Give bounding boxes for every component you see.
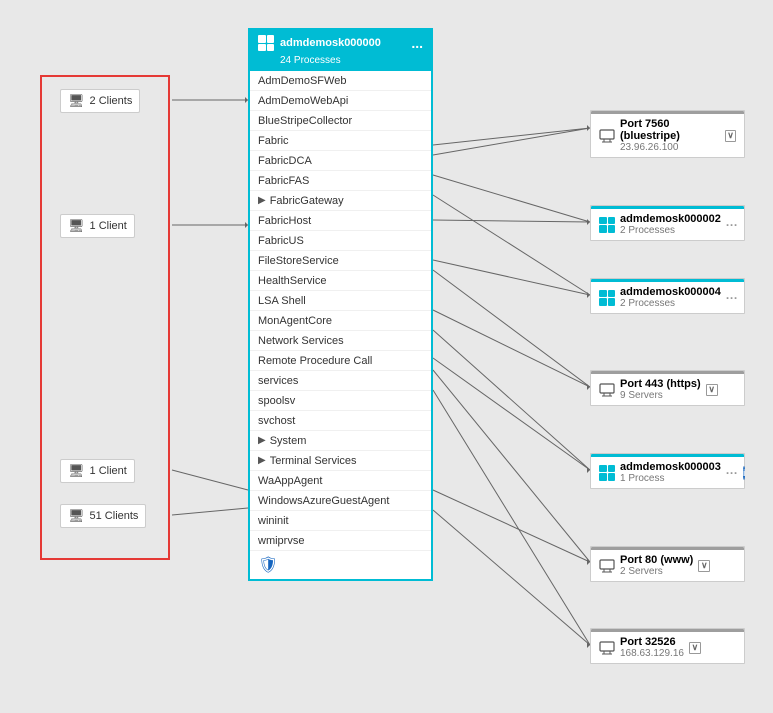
list-item[interactable]: wininit [250, 511, 431, 531]
node-header: Port 443 (https) 9 Servers ∨ [591, 374, 744, 405]
list-item[interactable]: ▶System [250, 431, 431, 451]
clients-panel [40, 75, 170, 560]
list-item[interactable]: services [250, 371, 431, 391]
node-subtitle: 2 Processes [620, 225, 721, 236]
list-item[interactable]: HealthService [250, 271, 431, 291]
expand-icon[interactable]: ∨ [698, 560, 710, 572]
monitor-icon: 🖥 [68, 508, 85, 524]
node-subtitle: 2 Processes [620, 298, 721, 309]
monitor-icon [599, 641, 615, 655]
node-subtitle: 23.96.26.100 [620, 142, 720, 153]
monitor-icon: 🖥 [68, 93, 85, 109]
list-item[interactable]: AdmDemoSFWeb [250, 71, 431, 91]
monitor-icon [599, 383, 615, 397]
process-panel-footer: 🛡 [250, 551, 431, 579]
admdemosf000003-node[interactable]: admdemosk000003 1 Process ··· i [590, 453, 745, 489]
list-item[interactable]: svchost [250, 411, 431, 431]
list-item[interactable]: spoolsv [250, 391, 431, 411]
windows-logo-icon [258, 35, 274, 51]
port-443-node[interactable]: Port 443 (https) 9 Servers ∨ [590, 370, 745, 406]
expand-icon[interactable]: ∨ [689, 642, 701, 654]
list-item[interactable]: BlueStripeCollector [250, 111, 431, 131]
list-item[interactable]: FabricHost [250, 211, 431, 231]
list-item[interactable]: ▶Terminal Services [250, 451, 431, 471]
list-item[interactable]: FabricFAS [250, 171, 431, 191]
node-title: Port 443 (https) [620, 378, 701, 390]
list-item[interactable]: FabricUS [250, 231, 431, 251]
client-node-51[interactable]: 🖥 51 Clients [60, 504, 146, 528]
expand-icon[interactable]: ∨ [706, 384, 718, 396]
port-32526-node[interactable]: Port 32526 168.63.129.16 ∨ [590, 628, 745, 664]
process-panel-title: admdemosk000000 [280, 37, 381, 49]
list-item[interactable]: AdmDemoWebApi [250, 91, 431, 111]
admdemosf000004-node[interactable]: admdemosk000004 2 Processes ··· [590, 278, 745, 314]
node-header: Port 32526 168.63.129.16 ∨ [591, 632, 744, 663]
monitor-icon [599, 129, 615, 143]
shield-icon: 🛡 [258, 555, 278, 575]
node-title: Port 7560 (bluestripe) [620, 118, 720, 142]
node-subtitle: 9 Servers [620, 390, 701, 401]
port-7560-node[interactable]: Port 7560 (bluestripe) 23.96.26.100 ∨ [590, 110, 745, 158]
node-header: Port 80 (www) 2 Servers ∨ [591, 550, 744, 581]
process-list: AdmDemoSFWeb AdmDemoWebApi BlueStripeCol… [250, 71, 431, 551]
list-item[interactable]: MonAgentCore [250, 311, 431, 331]
client-node-2[interactable]: 🖥 2 Clients [60, 89, 140, 113]
monitor-icon [599, 559, 615, 573]
more-options-icon[interactable]: ··· [726, 466, 738, 480]
list-item[interactable]: LSA Shell [250, 291, 431, 311]
client-node-1a[interactable]: 🖥 1 Client [60, 214, 135, 238]
list-item[interactable]: FileStoreService [250, 251, 431, 271]
node-header: admdemosk000002 2 Processes ··· [591, 209, 744, 240]
node-header: admdemosk000004 2 Processes ··· [591, 282, 744, 313]
arrow-icon: ▶ [258, 455, 266, 466]
arrow-icon: ▶ [258, 195, 266, 206]
monitor-icon: 🖥 [68, 218, 85, 234]
node-subtitle: 1 Process [620, 473, 721, 484]
expand-icon[interactable]: ∨ [725, 130, 736, 142]
node-title: Port 80 (www) [620, 554, 693, 566]
process-panel: admdemosk000000 ... 24 Processes AdmDemo… [248, 28, 433, 581]
node-header: admdemosk000003 1 Process ··· i [591, 457, 744, 488]
diagram-container: 🖥 2 Clients 🖥 1 Client 🖥 1 Client 🖥 51 C… [0, 0, 773, 713]
client-label: 2 Clients [90, 95, 133, 107]
client-label: 1 Client [90, 465, 127, 477]
list-item[interactable]: ▶FabricGateway [250, 191, 431, 211]
list-item[interactable]: Fabric [250, 131, 431, 151]
windows-icon [599, 217, 615, 233]
client-label: 51 Clients [90, 510, 139, 522]
list-item[interactable]: WindowsAzureGuestAgent [250, 491, 431, 511]
node-title: admdemosk000004 [620, 286, 721, 298]
node-header: Port 7560 (bluestripe) 23.96.26.100 ∨ [591, 114, 744, 157]
process-panel-header: admdemosk000000 ... [250, 31, 431, 55]
client-node-1b[interactable]: 🖥 1 Client [60, 459, 135, 483]
port-80-node[interactable]: Port 80 (www) 2 Servers ∨ [590, 546, 745, 582]
list-item[interactable]: wmiprvse [250, 531, 431, 551]
node-title: admdemosk000002 [620, 213, 721, 225]
node-subtitle: 2 Servers [620, 566, 693, 577]
list-item[interactable]: FabricDCA [250, 151, 431, 171]
node-title: admdemosk000003 [620, 461, 721, 473]
list-item[interactable]: WaAppAgent [250, 471, 431, 491]
process-count: 24 Processes [250, 55, 431, 71]
more-options-icon[interactable]: ··· [726, 291, 738, 305]
info-badge: i [743, 466, 746, 480]
windows-icon [599, 290, 615, 306]
more-options-icon[interactable]: ··· [726, 218, 738, 232]
windows-icon [599, 465, 615, 481]
list-item[interactable]: Network Services [250, 331, 431, 351]
node-title: Port 32526 [620, 636, 684, 648]
admdemosf000002-node[interactable]: admdemosk000002 2 Processes ··· [590, 205, 745, 241]
client-label: 1 Client [90, 220, 127, 232]
node-subtitle: 168.63.129.16 [620, 648, 684, 659]
monitor-icon: 🖥 [68, 463, 85, 479]
list-item[interactable]: Remote Procedure Call [250, 351, 431, 371]
arrow-icon: ▶ [258, 435, 266, 446]
more-options-icon[interactable]: ... [411, 35, 423, 51]
